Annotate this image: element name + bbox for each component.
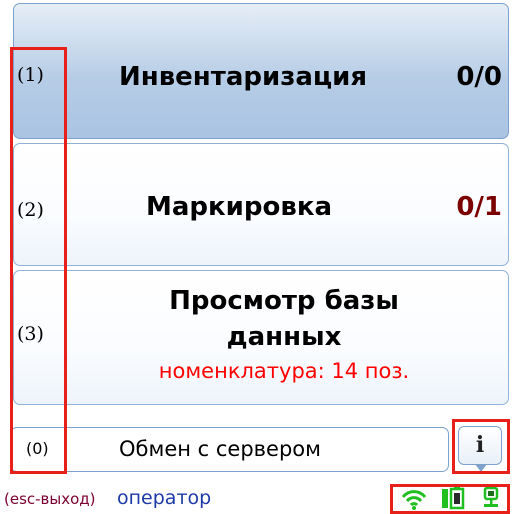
menu-item-number: (3)	[17, 323, 44, 345]
battery-icon	[442, 486, 465, 510]
status-icons	[401, 486, 499, 510]
wifi-icon	[401, 490, 427, 510]
menu-item-number: (2)	[17, 199, 44, 221]
server-exchange-button[interactable]: (0) Обмен с сервером	[10, 427, 449, 472]
server-exchange-label: Обмен с сервером	[119, 437, 321, 461]
menu-item-number: (1)	[17, 64, 44, 86]
menu-item-database-view[interactable]: (3) Просмотр базы данных номенклатура: 1…	[13, 270, 509, 405]
menu-item-title: Маркировка	[146, 192, 333, 222]
menu-item-inventory[interactable]: (1) Инвентаризация 0/0	[13, 3, 509, 139]
menu-item-subtitle: номенклатура: 14 поз.	[158, 359, 410, 383]
menu-item-marking[interactable]: (2) Маркировка 0/1	[13, 143, 509, 266]
info-icon: i	[475, 432, 485, 458]
server-exchange-number: (0)	[26, 439, 49, 458]
menu-item-count: 0/1	[456, 192, 502, 222]
exit-hint: (esc-выход)	[4, 490, 96, 508]
network-icon	[483, 486, 499, 507]
info-button[interactable]: i	[458, 426, 502, 472]
menu-item-title: Инвентаризация	[119, 62, 368, 92]
menu-item-title: Просмотр базы данных	[84, 283, 484, 355]
status-bar: (esc-выход) оператор	[0, 482, 512, 514]
menu-item-title-line1: Просмотр базы	[169, 286, 399, 316]
menu-item-count: 0/0	[456, 62, 502, 92]
current-user: оператор	[117, 487, 212, 509]
menu-item-title-line2: данных	[226, 322, 342, 352]
